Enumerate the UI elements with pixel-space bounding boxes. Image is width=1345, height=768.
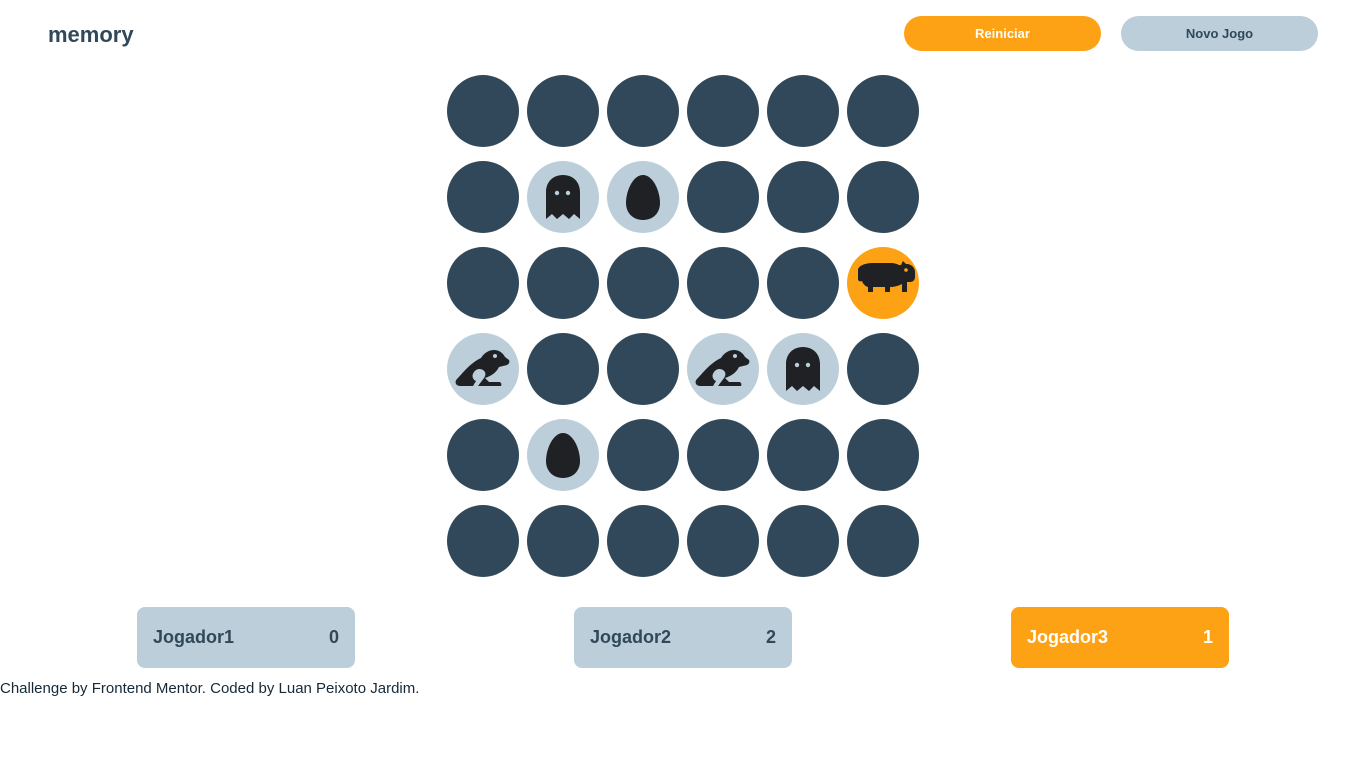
frog-icon: [694, 346, 752, 392]
hippo-icon: [851, 259, 915, 307]
hidden-tile[interactable]: [527, 247, 599, 319]
hidden-tile[interactable]: [767, 505, 839, 577]
game-board: [447, 75, 919, 577]
hidden-tile[interactable]: [607, 333, 679, 405]
player-score: 1: [1202, 627, 1213, 647]
hidden-tile[interactable]: [767, 75, 839, 147]
hidden-tile[interactable]: [527, 75, 599, 147]
player-name: Jogador3: [1027, 627, 1109, 647]
hidden-tile[interactable]: [607, 75, 679, 147]
new-game-button[interactable]: Novo Jogo: [1121, 16, 1318, 51]
revealed-tile[interactable]: [447, 333, 519, 405]
hidden-tile[interactable]: [607, 505, 679, 577]
hidden-tile[interactable]: [447, 505, 519, 577]
player-score: 0: [328, 627, 339, 647]
hidden-tile[interactable]: [847, 75, 919, 147]
hidden-tile[interactable]: [767, 419, 839, 491]
hidden-tile[interactable]: [527, 505, 599, 577]
revealed-tile[interactable]: [607, 161, 679, 233]
hidden-tile[interactable]: [847, 505, 919, 577]
player-card-2: Jogador2 2: [574, 607, 792, 668]
restart-button[interactable]: Reiniciar: [904, 16, 1101, 51]
egg-icon: [544, 431, 582, 479]
player-card-3: Jogador3 1: [1011, 607, 1229, 668]
player-name: Jogador1: [153, 627, 235, 647]
revealed-tile[interactable]: [527, 419, 599, 491]
hidden-tile[interactable]: [447, 161, 519, 233]
hidden-tile[interactable]: [607, 419, 679, 491]
hidden-tile[interactable]: [687, 247, 759, 319]
hidden-tile[interactable]: [847, 161, 919, 233]
hidden-tile[interactable]: [767, 247, 839, 319]
revealed-tile[interactable]: [527, 161, 599, 233]
logo: memory: [48, 22, 134, 47]
hidden-tile[interactable]: [447, 75, 519, 147]
hidden-tile[interactable]: [447, 247, 519, 319]
hidden-tile[interactable]: [847, 419, 919, 491]
revealed-tile[interactable]: [687, 333, 759, 405]
hidden-tile[interactable]: [847, 333, 919, 405]
footer-credit: Challenge by Frontend Mentor. Coded by L…: [0, 680, 420, 697]
hidden-tile[interactable]: [767, 161, 839, 233]
ghost-icon: [544, 173, 582, 221]
hidden-tile[interactable]: [447, 419, 519, 491]
revealed-tile[interactable]: [847, 247, 919, 319]
ghost-icon: [784, 345, 822, 393]
hidden-tile[interactable]: [527, 333, 599, 405]
revealed-tile[interactable]: [767, 333, 839, 405]
player-score: 2: [765, 627, 776, 647]
frog-icon: [454, 346, 512, 392]
hidden-tile[interactable]: [687, 505, 759, 577]
hidden-tile[interactable]: [687, 75, 759, 147]
hidden-tile[interactable]: [607, 247, 679, 319]
player-name: Jogador2: [590, 627, 672, 647]
player-card-1: Jogador1 0: [137, 607, 355, 668]
hidden-tile[interactable]: [687, 161, 759, 233]
egg-icon: [624, 173, 662, 221]
hidden-tile[interactable]: [687, 419, 759, 491]
